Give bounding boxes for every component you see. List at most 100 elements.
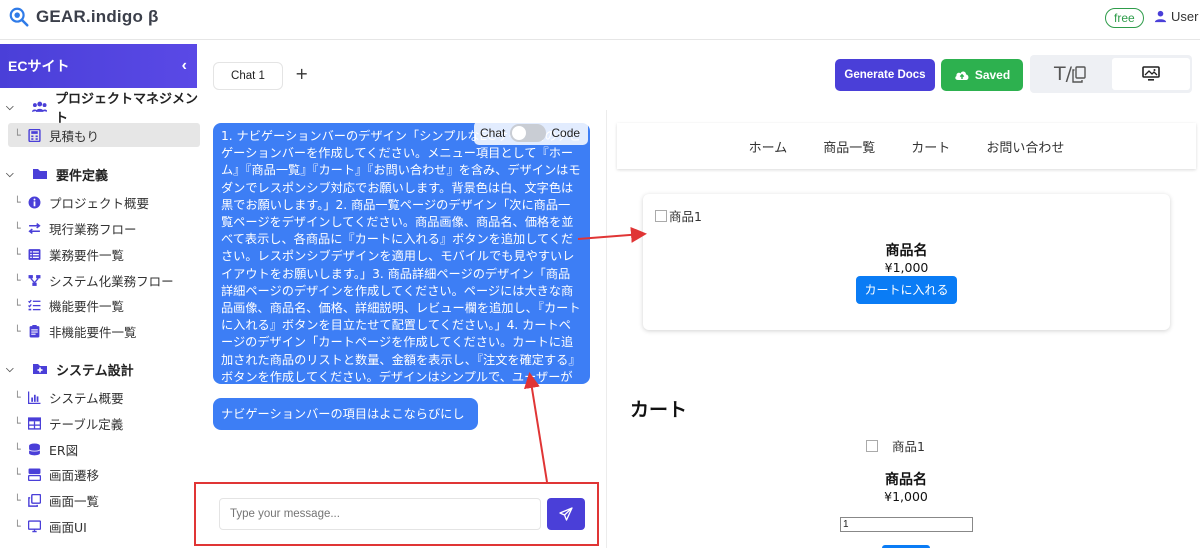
tree-connector: └ bbox=[14, 195, 21, 209]
sidebar-item-label: 機能要件一覧 bbox=[49, 298, 125, 314]
search-gear-logo-icon bbox=[9, 7, 29, 27]
toggle-switch[interactable] bbox=[510, 124, 547, 142]
tree-connector: └ bbox=[14, 416, 21, 430]
section-project-management[interactable]: ⌵ プロジェクトマネジメント bbox=[0, 92, 206, 126]
sidebar-item-table-definition[interactable]: └ テーブル定義 bbox=[8, 411, 200, 435]
broken-image-icon bbox=[866, 439, 878, 452]
chevron-down-icon: ⌵ bbox=[6, 101, 14, 113]
tree-connector: └ bbox=[14, 324, 21, 338]
sidebar-item-label: 画面UI bbox=[49, 519, 87, 535]
broken-image-icon bbox=[655, 209, 667, 222]
tree-connector: └ bbox=[14, 273, 21, 287]
sidebar-item-screen-list[interactable]: └ 画面一覧 bbox=[8, 488, 200, 512]
message-input[interactable] bbox=[219, 498, 541, 530]
chevron-down-icon: ⌵ bbox=[6, 363, 14, 375]
tree-connector: └ bbox=[14, 247, 21, 261]
send-icon bbox=[559, 507, 573, 521]
preview-navbar: ホーム 商品一覧 カート お問い合わせ bbox=[617, 123, 1196, 169]
sidebar-item-functional-requirements[interactable]: └ 機能要件一覧 bbox=[8, 293, 200, 317]
toggle-label-code: Code bbox=[551, 126, 581, 140]
section-label: プロジェクトマネジメント bbox=[55, 92, 199, 126]
product-price: ¥1,000 bbox=[884, 260, 929, 275]
toggle-label-chat: Chat bbox=[480, 126, 506, 140]
sidebar-item-screen-ui[interactable]: └ 画面UI bbox=[8, 514, 200, 538]
chat-message-user: 1. ナビゲーションバーのデザイン「シンプルなECサイト用のナビゲーションバーを… bbox=[213, 123, 590, 401]
swap-icon bbox=[28, 222, 41, 234]
section-system-design[interactable]: ⌵ システム設計 bbox=[0, 358, 134, 380]
add-to-cart-button[interactable]: カートに入れる bbox=[856, 276, 957, 304]
sidebar-item-business-requirements[interactable]: └ 業務要件一覧 bbox=[8, 242, 200, 266]
cloud-upload-icon bbox=[955, 71, 969, 80]
chat-code-toggle[interactable]: Chat Code bbox=[474, 121, 588, 145]
sidebar-item-system-flow[interactable]: └ システム化業務フロー bbox=[8, 268, 200, 292]
nav-item-home[interactable]: ホーム bbox=[749, 137, 788, 156]
toggle-knob bbox=[512, 126, 527, 140]
plan-badge: free bbox=[1105, 8, 1144, 28]
image-alt-text: 商品1 bbox=[892, 439, 925, 454]
nav-item-contact[interactable]: お問い合わせ bbox=[986, 137, 1064, 156]
product-name: 商品名 bbox=[885, 243, 928, 259]
user-menu[interactable]: User bbox=[1154, 9, 1198, 24]
users-icon bbox=[31, 101, 48, 112]
section-label: システム設計 bbox=[56, 363, 134, 379]
project-name: ECサイト bbox=[8, 58, 70, 74]
transition-icon bbox=[28, 468, 41, 481]
tree-connector: └ bbox=[14, 467, 21, 481]
sidebar-item-label: システム化業務フロー bbox=[49, 273, 174, 289]
sidebar-item-label: システム概要 bbox=[49, 390, 124, 406]
sidebar-item-label: テーブル定義 bbox=[49, 416, 124, 432]
view-mode-toggle: T/ bbox=[1030, 55, 1192, 93]
sidebar-item-current-flow[interactable]: └ 現行業務フロー bbox=[8, 216, 200, 240]
image-alt-text: 商品1 bbox=[669, 209, 702, 224]
folder-plus-icon bbox=[33, 364, 47, 374]
flow-icon bbox=[28, 274, 41, 286]
calculator-icon bbox=[28, 128, 41, 142]
database-icon bbox=[28, 443, 41, 455]
project-header[interactable]: ECサイト ‹ bbox=[0, 44, 197, 88]
text-mode-button[interactable]: T/ bbox=[1030, 55, 1110, 93]
sidebar-item-screen-transition[interactable]: └ 画面遷移 bbox=[8, 462, 200, 486]
product-image: 商品1 bbox=[655, 206, 702, 225]
saved-label: Saved bbox=[974, 68, 1011, 82]
cart-item-price: ¥1,000 bbox=[884, 489, 928, 504]
send-button[interactable] bbox=[547, 498, 585, 530]
user-icon bbox=[1154, 10, 1167, 23]
sidebar-item-nonfunctional-requirements[interactable]: └ 非機能要件一覧 bbox=[8, 319, 200, 343]
sidebar-item-er-diagram[interactable]: └ ER図 bbox=[8, 437, 200, 461]
sidebar-item-label: 現行業務フロー bbox=[49, 221, 137, 237]
tree-connector: └ bbox=[14, 493, 21, 507]
chevron-down-icon: ⌵ bbox=[6, 168, 14, 180]
tree-connector: └ bbox=[14, 390, 21, 404]
sidebar-item-system-overview[interactable]: └ システム概要 bbox=[8, 385, 200, 409]
chart-icon bbox=[28, 391, 41, 404]
tree-connector: └ bbox=[14, 221, 21, 235]
sidebar-item-project-overview[interactable]: └ プロジェクト概要 bbox=[8, 190, 200, 214]
sidebar-item-label: 業務要件一覧 bbox=[49, 247, 125, 263]
section-requirements[interactable]: ⌵ 要件定義 bbox=[0, 163, 108, 185]
sidebar-item-label: プロジェクト概要 bbox=[49, 195, 150, 211]
sidebar-item-label: ER図 bbox=[49, 442, 79, 458]
monitor-image-icon bbox=[1142, 66, 1160, 81]
info-icon bbox=[28, 196, 41, 208]
chat-message-user: ナビゲーションバーの項目はよこならびにしてください。 bbox=[213, 398, 478, 443]
generate-docs-button[interactable]: Generate Docs bbox=[835, 59, 935, 91]
sidebar-item-estimate[interactable]: └ 見積もり bbox=[8, 123, 200, 147]
text-icon: T/ bbox=[1053, 63, 1072, 85]
list-icon bbox=[28, 248, 41, 260]
copy-icon bbox=[28, 493, 41, 507]
collapse-sidebar-icon[interactable]: ‹ bbox=[182, 44, 187, 88]
tree-connector: └ bbox=[14, 519, 21, 533]
monitor-icon bbox=[28, 519, 41, 532]
nav-item-cart[interactable]: カート bbox=[911, 137, 950, 156]
folder-icon bbox=[33, 169, 47, 179]
checklist-icon bbox=[28, 299, 41, 310]
preview-mode-button[interactable] bbox=[1112, 58, 1190, 90]
nav-item-products[interactable]: 商品一覧 bbox=[823, 137, 875, 156]
saved-button[interactable]: Saved bbox=[941, 59, 1023, 91]
add-tab-button[interactable]: + bbox=[295, 64, 308, 83]
app-logo[interactable]: GEAR.indigo β bbox=[8, 6, 159, 28]
tab-chat-1[interactable]: Chat 1 bbox=[213, 62, 283, 90]
app-name: GEAR.indigo β bbox=[36, 7, 159, 26]
cart-quantity-input[interactable]: 1 bbox=[840, 517, 973, 532]
cart-item-image: 商品1 bbox=[866, 436, 925, 455]
